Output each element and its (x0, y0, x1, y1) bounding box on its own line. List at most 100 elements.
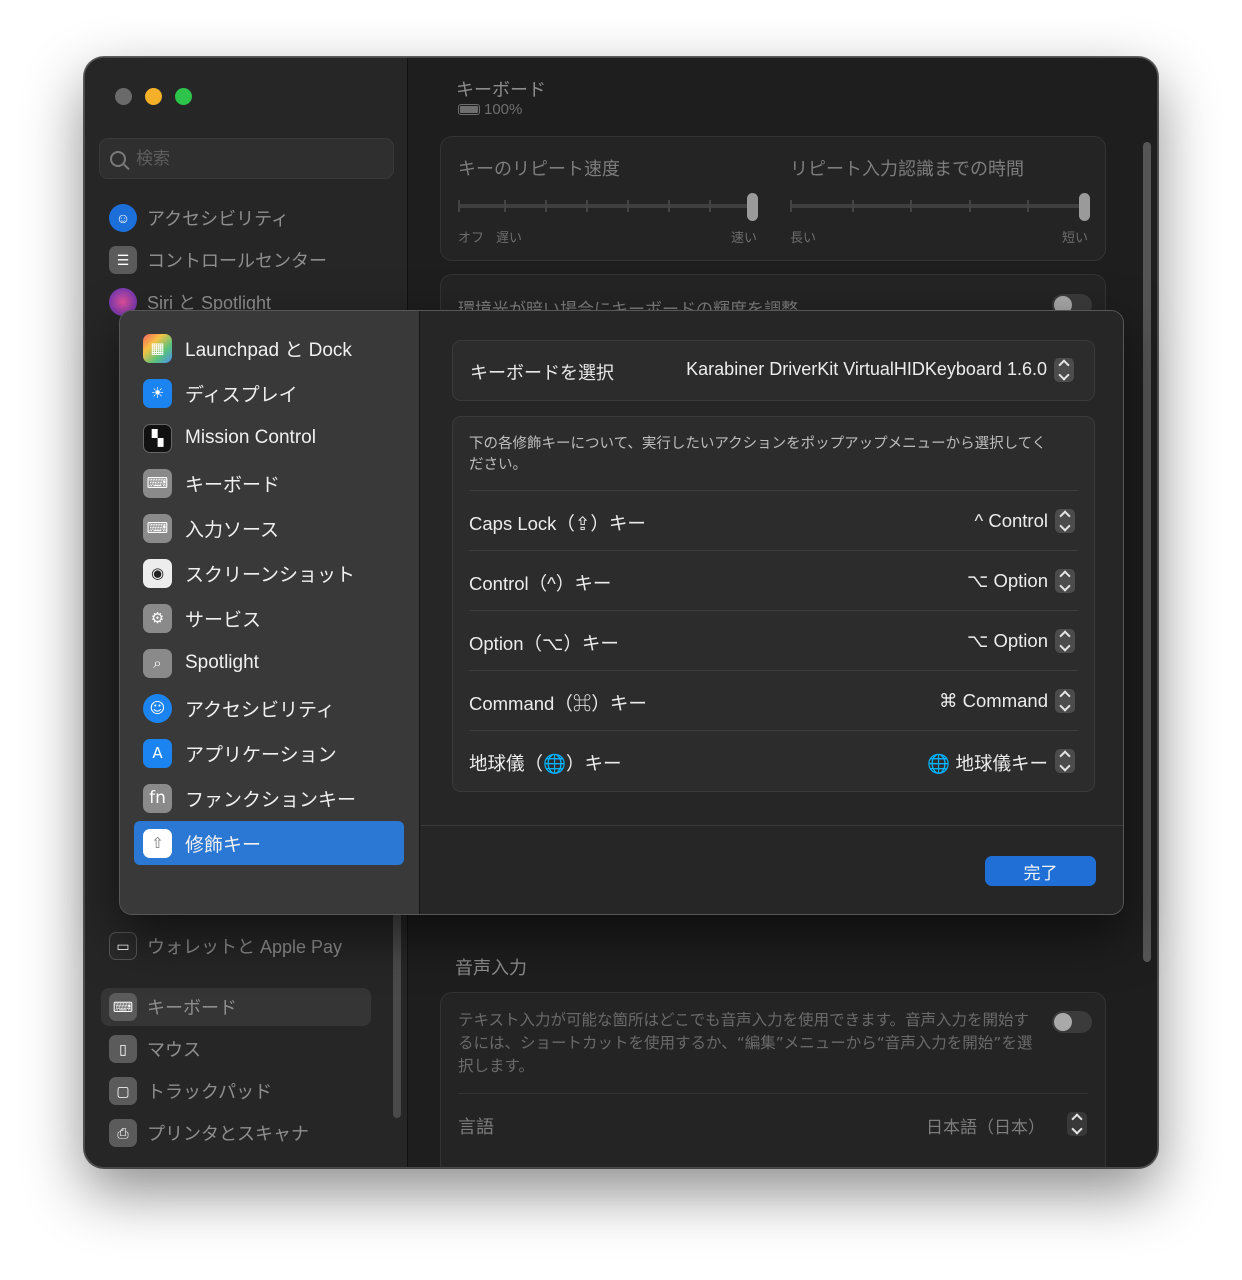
delay-long-caption: 長い (790, 231, 817, 246)
sidebar-item-mouse[interactable]: ▯ マウス (101, 1030, 371, 1068)
sidebar-item-control-center[interactable]: ☰ コントロールセンター (101, 241, 371, 279)
modifier-row-caps-lock: Caps Lock（⇪）キー ^ Control (469, 490, 1078, 550)
sheet-item-modifier-keys[interactable]: ⇧ 修飾キー (134, 821, 404, 865)
modifier-popup-stepper-icon[interactable] (1055, 749, 1075, 773)
sheet-item-label: サービス (185, 609, 262, 631)
modifier-key-label: Option（⌥）キー (469, 633, 619, 654)
modifier-popup-stepper-icon[interactable] (1055, 629, 1075, 653)
printer-icon: ⎙ (109, 1119, 137, 1147)
wallet-icon: ▭ (109, 932, 137, 960)
modifier-row-option: Option（⌥）キー ⌥ Option (469, 610, 1078, 670)
sheet-item-label: アクセシビリティ (185, 699, 335, 721)
sheet-item-services[interactable]: ⚙ サービス (134, 596, 404, 640)
modifier-action-value[interactable]: ^ Control (975, 510, 1048, 532)
search-input[interactable] (136, 148, 356, 169)
modifier-popup-stepper-icon[interactable] (1055, 509, 1075, 533)
modifier-row-control: Control（^）キー ⌥ Option (469, 550, 1078, 610)
key-repeat-speed-knob[interactable] (747, 193, 758, 221)
keyboard-select-row[interactable]: キーボードを選択 Karabiner DriverKit VirtualHIDK… (452, 340, 1095, 401)
sidebar-scrollbar[interactable] (393, 913, 401, 1118)
modifier-popup-stepper-icon[interactable] (1055, 569, 1075, 593)
maximize-window-button[interactable] (175, 88, 192, 105)
sheet-item-label: Launchpad と Dock (185, 339, 352, 361)
delay-short-caption: 短い (1062, 231, 1089, 246)
key-repeat-speed-label: キーのリピート速度 (458, 159, 620, 180)
sheet-item-label: 入力ソース (185, 519, 280, 541)
modifier-key-label: 地球儀（🌐）キー (469, 753, 622, 774)
battery-icon (458, 104, 480, 115)
speed-fast-caption: 速い (731, 231, 758, 246)
modifier-popup-stepper-icon[interactable] (1055, 689, 1075, 713)
speed-off-caption: オフ (458, 231, 485, 246)
repeat-delay-slider[interactable] (790, 204, 1088, 208)
sidebar-item-label: キーボード (147, 998, 237, 1018)
sheet-item-function-keys[interactable]: fn ファンクションキー (134, 776, 404, 820)
content-scrollbar[interactable] (1143, 142, 1151, 962)
sidebar-item-wallet[interactable]: ▭ ウォレットと Apple Pay (101, 927, 371, 965)
control-center-icon: ☰ (109, 246, 137, 274)
close-window-button[interactable] (115, 88, 132, 105)
launchpad-icon: ▦ (143, 333, 172, 363)
sidebar-item-keyboard[interactable]: ⌨ キーボード (101, 988, 371, 1026)
voice-input-toggle[interactable] (1052, 1011, 1092, 1033)
language-value: 日本語（日本） (926, 1118, 1045, 1138)
language-stepper-icon[interactable] (1067, 1112, 1087, 1136)
keyboard-select-label: キーボードを選択 (470, 363, 614, 384)
modifier-description: 下の各修飾キーについて、実行したいアクションをポップアップメニューから選択してく… (469, 436, 1047, 473)
sheet-item-display[interactable]: ☀ ディスプレイ (134, 371, 404, 415)
services-icon: ⚙ (143, 603, 172, 633)
display-icon: ☀ (143, 378, 172, 408)
sidebar-item-printers[interactable]: ⎙ プリンタとスキャナ (101, 1114, 371, 1152)
sheet-item-input-sources[interactable]: ⌨ 入力ソース (134, 506, 404, 550)
modifier-row-globe: 地球儀（🌐）キー 🌐 地球儀キー (469, 730, 1078, 790)
search-box[interactable] (99, 138, 394, 179)
key-repeat-speed-slider[interactable] (458, 204, 756, 208)
sheet-item-spotlight[interactable]: ⌕ Spotlight (134, 641, 404, 685)
input-source-icon: ⌨ (143, 513, 172, 543)
speed-slow-caption: 遅い (496, 231, 523, 246)
divider (421, 825, 1123, 826)
shortcuts-sidebar: ▦ Launchpad と Dock ☀ ディスプレイ ▚ Mission Co… (120, 311, 420, 914)
repeat-delay-label: リピート入力認識までの時間 (790, 159, 1024, 180)
sidebar-item-label: プリンタとスキャナ (147, 1124, 309, 1144)
keyboard-shortcuts-sheet: ▦ Launchpad と Dock ☀ ディスプレイ ▚ Mission Co… (119, 310, 1124, 915)
app-store-icon: A (143, 738, 172, 768)
battery-percent: 100% (484, 101, 523, 118)
sheet-item-screenshots[interactable]: ◉ スクリーンショット (134, 551, 404, 595)
modifier-action-value[interactable]: ⌘ Command (939, 690, 1048, 712)
trackpad-icon: ▢ (109, 1077, 137, 1105)
mission-control-icon: ▚ (143, 423, 172, 453)
sidebar-item-accessibility[interactable]: ☺ アクセシビリティ (101, 199, 371, 237)
divider (458, 1093, 1088, 1094)
keyboard-select-stepper-icon[interactable] (1054, 358, 1074, 382)
done-button[interactable]: 完了 (985, 856, 1096, 886)
sheet-item-label: Spotlight (185, 652, 259, 673)
sidebar-item-label: アクセシビリティ (147, 209, 290, 229)
repeat-delay-knob[interactable] (1079, 193, 1090, 221)
modifier-keys-panel: キーボードを選択 Karabiner DriverKit VirtualHIDK… (421, 311, 1123, 914)
accessibility-icon: ☺ (143, 693, 172, 723)
sheet-item-accessibility[interactable]: ☺ アクセシビリティ (134, 686, 404, 730)
modifier-action-value[interactable]: ⌥ Option (967, 630, 1048, 652)
search-icon (110, 150, 126, 167)
modifier-action-value[interactable]: ⌥ Option (967, 570, 1048, 592)
sheet-item-launchpad-dock[interactable]: ▦ Launchpad と Dock (134, 326, 404, 370)
voice-input-title: 音声入力 (455, 958, 527, 979)
mouse-icon: ▯ (109, 1035, 137, 1063)
sheet-item-label: ファンクションキー (185, 789, 357, 811)
modifier-action-value[interactable]: 🌐 地球儀キー (927, 750, 1048, 776)
sheet-item-label: 修飾キー (185, 834, 262, 856)
sheet-item-mission-control[interactable]: ▚ Mission Control (134, 416, 404, 460)
repeat-settings-card: キーのリピート速度 オフ 遅い 速い リピート入力認識までの時間 長い 短い (440, 136, 1106, 261)
screenshot-icon: ◉ (143, 558, 172, 588)
sidebar-item-label: コントロールセンター (147, 251, 327, 271)
sheet-item-app-shortcuts[interactable]: A アプリケーション (134, 731, 404, 775)
spotlight-icon: ⌕ (143, 648, 172, 678)
sidebar-item-label: ウォレットと Apple Pay (147, 937, 343, 957)
voice-input-card: テキスト入力が可能な箇所はどこでも音声入力を使用できます。音声入力を開始するには… (440, 992, 1106, 1167)
sheet-item-keyboard[interactable]: ⌨ キーボード (134, 461, 404, 505)
modifier-key-label: Caps Lock（⇪）キー (469, 513, 646, 534)
minimize-window-button[interactable] (145, 88, 162, 105)
voice-input-description: テキスト入力が可能な箇所はどこでも音声入力を使用できます。音声入力を開始するには… (458, 1011, 1033, 1075)
sidebar-item-trackpad[interactable]: ▢ トラックパッド (101, 1072, 371, 1110)
